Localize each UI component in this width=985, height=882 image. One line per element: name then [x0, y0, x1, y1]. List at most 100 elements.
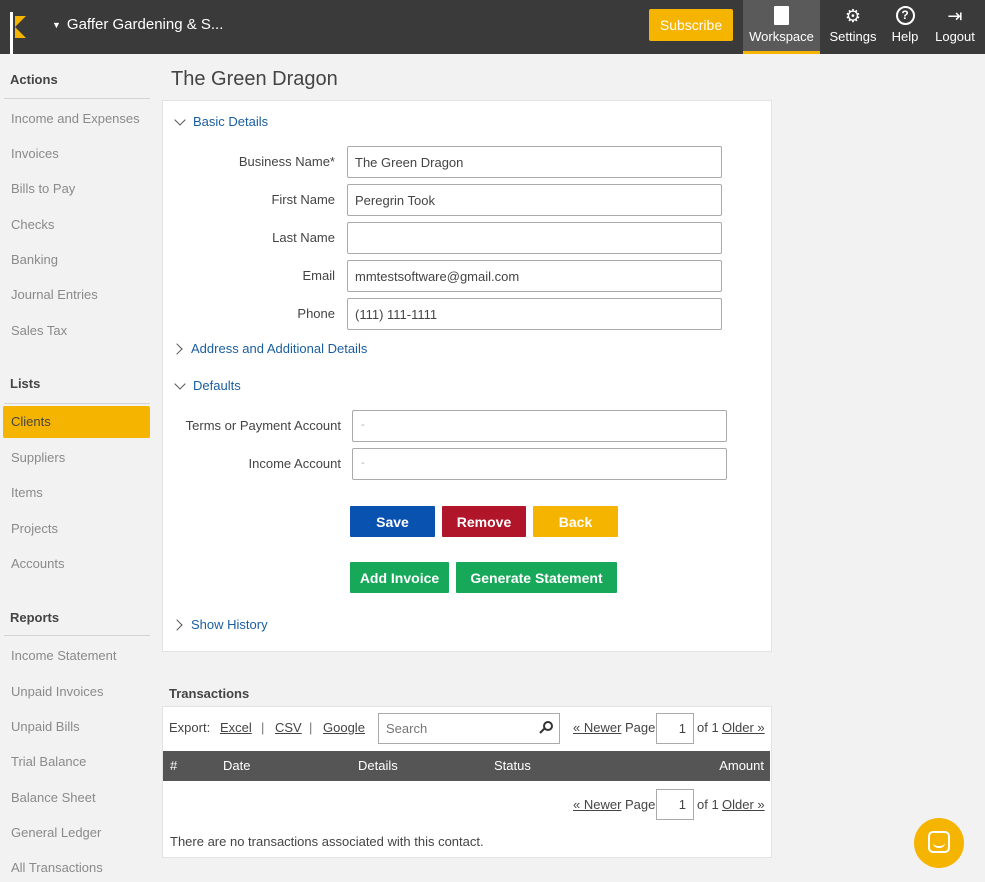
- email-field[interactable]: [347, 260, 722, 292]
- back-button[interactable]: Back: [533, 506, 618, 537]
- app-logo-icon[interactable]: [10, 12, 38, 54]
- sidebar-item-balance-sheet[interactable]: Balance Sheet: [11, 790, 96, 805]
- sidebar-item-sales-tax[interactable]: Sales Tax: [11, 323, 67, 338]
- nav-workspace-label: Workspace: [749, 29, 814, 44]
- address-details-label: Address and Additional Details: [191, 341, 368, 356]
- divider: [4, 403, 150, 404]
- defaults-toggle[interactable]: Defaults: [173, 377, 241, 393]
- chevron-down-icon: [174, 377, 186, 390]
- sidebar-item-projects[interactable]: Projects: [11, 521, 58, 536]
- pager-older-link[interactable]: Older »: [722, 720, 765, 735]
- last-name-label: Last Name: [272, 230, 335, 245]
- defaults-label: Defaults: [193, 378, 241, 393]
- last-name-field[interactable]: [347, 222, 722, 254]
- nav-help-label: Help: [891, 29, 919, 44]
- chat-launcher-icon[interactable]: [914, 818, 964, 868]
- divider: [4, 635, 150, 636]
- sidebar-heading-lists: Lists: [10, 376, 41, 391]
- terms-select[interactable]: -: [352, 410, 727, 442]
- nav-logout[interactable]: ⇥ Logout: [930, 0, 980, 54]
- business-name-label: Business Name*: [238, 154, 335, 169]
- export-excel-link[interactable]: Excel: [220, 720, 252, 735]
- divider: [4, 98, 150, 99]
- page-number-input-bottom[interactable]: [656, 789, 694, 820]
- business-name-field[interactable]: [347, 146, 722, 178]
- email-label: Email: [302, 268, 335, 283]
- income-account-label: Income Account: [248, 456, 342, 471]
- show-history-label: Show History: [191, 617, 268, 632]
- chevron-down-icon: [174, 113, 186, 126]
- separator: |: [309, 720, 313, 735]
- pager-newer-link[interactable]: « Newer: [573, 720, 621, 735]
- subscribe-button[interactable]: Subscribe: [649, 9, 733, 41]
- generate-statement-button[interactable]: Generate Statement: [456, 562, 617, 593]
- nav-help[interactable]: ? Help: [886, 0, 924, 54]
- sidebar-item-journal-entries[interactable]: Journal Entries: [11, 287, 98, 302]
- export-google-link[interactable]: Google: [323, 720, 365, 735]
- question-icon: ?: [895, 6, 915, 25]
- col-status[interactable]: Status: [494, 758, 531, 773]
- nav-settings[interactable]: ⚙ Settings: [826, 0, 880, 54]
- sidebar-item-checks[interactable]: Checks: [11, 217, 54, 232]
- sidebar-item-unpaid-invoices[interactable]: Unpaid Invoices: [11, 684, 104, 699]
- nav-settings-label: Settings: [829, 29, 877, 44]
- company-switcher[interactable]: ▼ Gaffer Gardening & S...: [52, 16, 223, 33]
- caret-down-icon: ▼: [52, 19, 61, 30]
- basic-details-toggle[interactable]: Basic Details: [173, 113, 269, 129]
- chevron-right-icon: [171, 342, 183, 355]
- search-icon[interactable]: [539, 721, 553, 734]
- sidebar-item-items[interactable]: Items: [11, 485, 43, 500]
- pager-newer-link-bottom[interactable]: « Newer: [573, 797, 621, 812]
- pager-page-label: Page: [625, 720, 656, 735]
- sidebar-item-trial-balance[interactable]: Trial Balance: [11, 754, 86, 769]
- first-name-label: First Name: [271, 192, 335, 207]
- page-title: The Green Dragon: [171, 68, 338, 90]
- pager-page-label-bottom: Page: [625, 797, 656, 812]
- save-button[interactable]: Save: [350, 506, 435, 537]
- col-details[interactable]: Details: [358, 758, 398, 773]
- phone-field[interactable]: [347, 298, 722, 330]
- sidebar-item-all-transactions[interactable]: All Transactions: [11, 860, 103, 875]
- gear-icon: ⚙: [844, 6, 862, 26]
- terms-label: Terms or Payment Account: [185, 418, 341, 433]
- transactions-title: Transactions: [169, 686, 250, 701]
- sidebar-item-accounts[interactable]: Accounts: [11, 556, 64, 571]
- sidebar-item-income-statement[interactable]: Income Statement: [11, 648, 117, 663]
- pager-older-link-bottom[interactable]: Older »: [722, 797, 765, 812]
- page-number-input[interactable]: [656, 713, 694, 744]
- pager-total: of 1: [697, 720, 719, 735]
- sidebar-heading-reports: Reports: [10, 610, 60, 625]
- sidebar-item-bills[interactable]: Bills to Pay: [11, 181, 75, 196]
- chevron-right-icon: [171, 618, 183, 631]
- sidebar-item-clients[interactable]: Clients: [3, 406, 150, 438]
- col-date[interactable]: Date: [223, 758, 250, 773]
- sidebar-item-invoices[interactable]: Invoices: [11, 146, 59, 161]
- basic-details-label: Basic Details: [193, 114, 269, 129]
- pager-total-bottom: of 1: [697, 797, 719, 812]
- remove-button[interactable]: Remove: [442, 506, 526, 537]
- nav-logout-label: Logout: [935, 29, 975, 44]
- logout-icon: ⇥: [947, 6, 963, 26]
- sidebar-item-general-ledger[interactable]: General Ledger: [11, 825, 101, 840]
- transactions-table-header: # Date Details Status Amount: [163, 751, 770, 781]
- transactions-search-input[interactable]: [378, 713, 560, 744]
- col-amount[interactable]: Amount: [719, 758, 764, 773]
- company-name: Gaffer Gardening & S...: [66, 16, 224, 33]
- first-name-field[interactable]: [347, 184, 722, 216]
- export-label: Export:: [169, 720, 211, 735]
- separator: |: [261, 720, 265, 735]
- sidebar-item-income-expenses[interactable]: Income and Expenses: [11, 111, 140, 126]
- sidebar-item-suppliers[interactable]: Suppliers: [11, 450, 65, 465]
- nav-workspace[interactable]: Workspace: [743, 0, 820, 54]
- export-csv-link[interactable]: CSV: [275, 720, 302, 735]
- address-details-toggle[interactable]: Address and Additional Details: [171, 341, 368, 356]
- empty-transactions-message: There are no transactions associated wit…: [170, 834, 484, 849]
- show-history-toggle[interactable]: Show History: [171, 617, 268, 632]
- col-number[interactable]: #: [170, 758, 177, 773]
- sidebar-heading-actions: Actions: [10, 72, 58, 87]
- top-bar: ▼ Gaffer Gardening & S... Subscribe Work…: [0, 0, 985, 54]
- sidebar-item-banking[interactable]: Banking: [11, 252, 58, 267]
- income-account-select[interactable]: -: [352, 448, 727, 480]
- add-invoice-button[interactable]: Add Invoice: [350, 562, 449, 593]
- sidebar-item-unpaid-bills[interactable]: Unpaid Bills: [11, 719, 80, 734]
